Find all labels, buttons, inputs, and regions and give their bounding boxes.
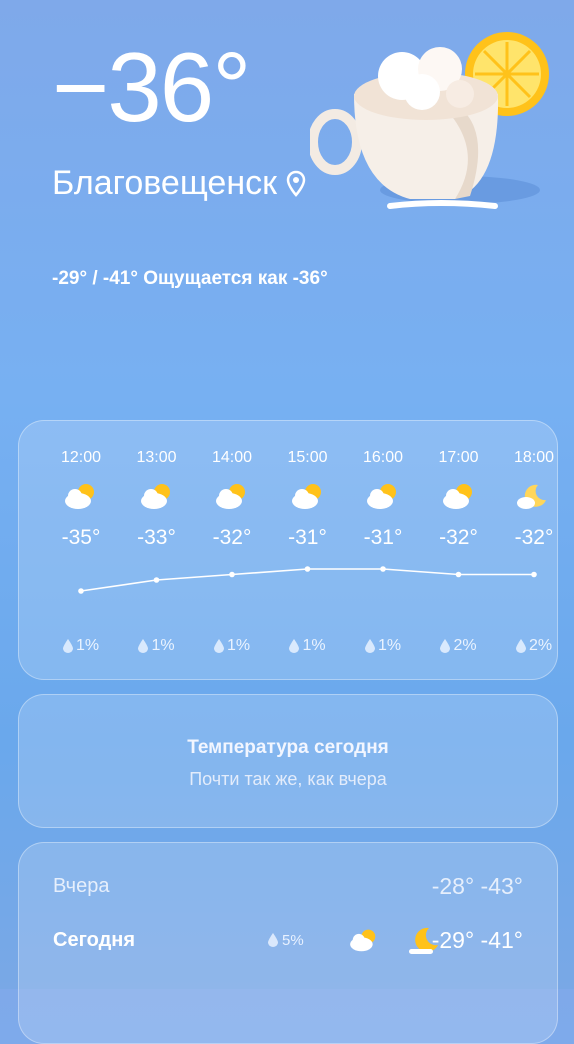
drop-icon [440, 639, 451, 653]
day-name: Сегодня [53, 928, 136, 951]
temperature-point [531, 571, 537, 578]
today-card-subtitle: Почти так же, как вчера [189, 769, 387, 789]
temperature-point [153, 577, 160, 583]
temperature-point [304, 566, 311, 572]
hour-column: 17:00 -32° [421, 449, 497, 550]
hour-precip: 1% [119, 637, 195, 655]
city-name: Благовещенск [52, 164, 277, 202]
daily-row-today[interactable]: Сегодня 5% -29° -41° [53, 922, 523, 958]
hour-time: 18:00 [513, 449, 555, 466]
hour-precip: 1% [270, 637, 346, 655]
precip-value: 5% [282, 931, 304, 949]
hour-precip-value: 1% [151, 637, 175, 654]
hour-time: 13:00 [136, 449, 177, 466]
hour-precip: 2% [496, 637, 557, 655]
partly-cloudy-icon [291, 484, 321, 509]
hour-precip-value: 1% [75, 637, 100, 654]
drop-icon [268, 933, 278, 947]
hour-temp: -31° [288, 526, 327, 549]
temperature-today-card[interactable]: Температура сегодня Почти так же, как вч… [18, 694, 558, 828]
partly-cloudy-icon [367, 484, 396, 509]
current-temperature: −36° [52, 32, 251, 142]
hour-precip-value: 1% [226, 637, 251, 654]
hour-precip: 2% [421, 637, 497, 655]
drop-icon [364, 639, 375, 653]
partly-cloudy-icon [350, 929, 376, 952]
today-card-title: Температура сегодня [187, 737, 389, 758]
drop-icon [515, 639, 526, 653]
hourly-forecast-card[interactable]: 12:00 -35° 1% 13:00 -33° 1% 14:00 -32° 1% 15:00 -3… [18, 420, 558, 680]
drop-icon [289, 639, 300, 653]
precip-chance: 5% [268, 932, 304, 949]
hour-temp: -35° [61, 526, 101, 549]
hour-time: 17:00 [438, 449, 479, 466]
hour-time: 12:00 [60, 449, 102, 466]
partly-cloudy-icon [140, 484, 170, 509]
temperature-point [78, 588, 84, 594]
drop-icon [62, 639, 73, 653]
hour-precip-value: 1% [377, 637, 402, 654]
hour-temp: -33° [137, 526, 176, 549]
partly-cloudy-icon [216, 484, 245, 509]
hour-temp: -32° [212, 526, 252, 549]
partly-cloudy-icon [65, 484, 94, 509]
hour-temp: -31° [363, 526, 403, 549]
temperature-summary: -29° / -41° Ощущается как -36° [52, 268, 328, 289]
hour-precip: 1% [194, 637, 270, 655]
day-icons [347, 925, 441, 955]
hour-time: 14:00 [211, 449, 253, 466]
daily-forecast-card[interactable]: Вчера -28° -43° Сегодня 5% -29° -41° [18, 842, 558, 1044]
day-name: Вчера [53, 874, 110, 897]
hour-temp: -32° [439, 526, 478, 549]
hour-time: 16:00 [362, 449, 404, 466]
hour-time: 15:00 [287, 449, 328, 466]
hour-column: 18:00 -32° [496, 449, 557, 550]
moon-cloud-icon [517, 484, 546, 509]
temperature-point [455, 571, 462, 578]
day-temps: -28° -43° [431, 872, 523, 899]
daily-row-yesterday[interactable]: Вчера -28° -43° [53, 868, 523, 904]
hour-precip-value: 2% [528, 637, 553, 654]
location-pin-icon [286, 170, 306, 197]
temperature-point [380, 566, 386, 572]
temperature-line [80, 568, 534, 592]
hour-column: 13:00 -33° [119, 449, 195, 550]
temperature-point [229, 571, 235, 578]
partly-cloudy-icon [442, 484, 472, 509]
hour-temp: -32° [514, 526, 554, 549]
tea-cup-illustration [310, 32, 549, 209]
drop-icon [138, 639, 149, 653]
hour-column: 12:00 -35° [43, 449, 119, 550]
hour-column: 15:00 -31° [270, 449, 346, 550]
hour-precip-value: 2% [453, 637, 477, 654]
hour-precip: 1% [345, 637, 421, 655]
hour-column: 14:00 -32° [194, 449, 270, 550]
city-name-row[interactable]: Благовещенск [52, 164, 307, 203]
hour-precip-value: 1% [302, 637, 326, 654]
day-temps: -29° -41° [431, 926, 523, 953]
hour-column: 16:00 -31° [345, 449, 421, 550]
drop-icon [213, 639, 224, 653]
hour-precip: 1% [43, 637, 119, 655]
